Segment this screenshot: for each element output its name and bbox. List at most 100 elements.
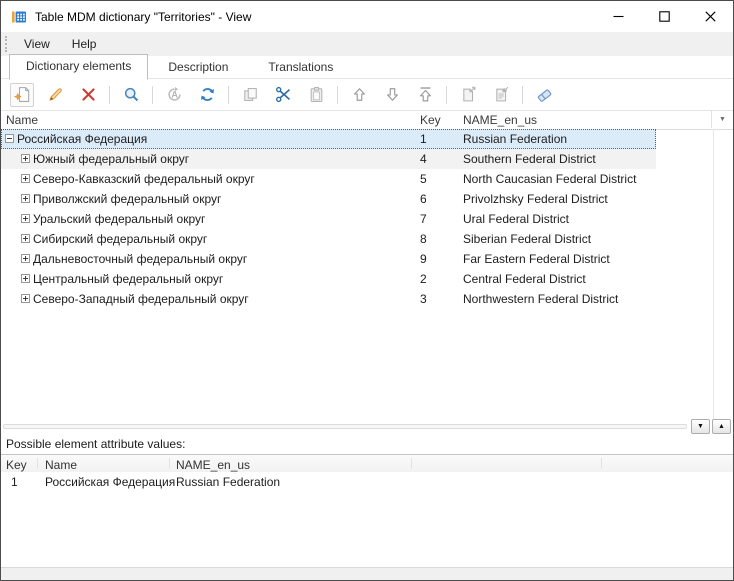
splitter-collapse-button[interactable]: ▼ [691,419,710,434]
tab-description[interactable]: Description [148,56,248,79]
collapse-box-icon[interactable] [5,134,14,143]
tree-row[interactable]: Российская Федерация 1 Russian Federation [1,129,656,149]
tree-row[interactable]: Центральный федеральный округ2Central Fe… [1,269,656,289]
attribute-values-table: Key Name NAME_en_us 1Российская ФедерацияR… [1,454,733,566]
tree-row[interactable]: Приволжский федеральный округ 6 Privolzhsk… [1,189,656,209]
cut-button[interactable] [271,83,295,107]
toolbar-separator [446,86,447,104]
tree-row[interactable]: Южный федеральный округ4Southern Federal… [1,149,656,169]
menubar-gripper-icon [5,36,7,52]
cell-name: Приволжский федеральный округ [33,189,221,209]
attr-cell-name: Российская Федерация [45,472,175,492]
cell-name-en: Northwestern Federal District [463,289,618,309]
expand-box-icon[interactable] [21,214,30,223]
column-divider [601,458,602,469]
column-header-key[interactable]: Key [420,113,441,127]
attr-column-header-name[interactable]: Name [45,458,77,472]
refresh-icon [199,86,216,103]
delete-element-button[interactable] [76,83,100,107]
tab-dictionary-elements[interactable]: Dictionary elements [9,54,148,80]
attr-table-row[interactable]: 1Российская ФедерацияRussian Federation [1,472,733,492]
statusbar [1,567,733,580]
attr-cell-name-en: Russian Federation [176,472,280,492]
cell-key: 6 [420,189,427,209]
column-divider [37,458,38,469]
document-in-icon [493,86,510,103]
grid-header: Name Key NAME_en_us ▼ [1,111,733,130]
triangle-down-icon: ▼ [697,423,704,430]
window-controls [595,1,733,32]
translate-refresh-icon: A [166,86,183,103]
tree-row[interactable]: Северо-Кавказский федеральный округ5Nort… [1,169,656,189]
menu-item-help[interactable]: Help [61,33,108,55]
column-divider [411,458,412,469]
add-element-button[interactable] [10,83,34,107]
clear-button[interactable] [532,83,556,107]
toolbar-separator [152,86,153,104]
attr-column-header-key[interactable]: Key [6,458,27,472]
cell-name: Российская Федерация [17,129,147,149]
expand-box-icon[interactable] [21,294,30,303]
expand-box-icon[interactable] [21,174,30,183]
tree-row[interactable]: Уральский федеральный округ 7 Ural Federal… [1,209,656,229]
refresh-button[interactable] [195,83,219,107]
expand-box-icon[interactable] [21,274,30,283]
grid-body: Российская Федерация1Russian FederationЮ… [1,129,711,419]
document-out-icon [460,86,477,103]
cell-key: 7 [420,209,427,229]
cell-name-en: Ural Federal District [463,209,569,229]
tree-row[interactable]: Северо-Западный федеральный округ 3 Northw… [1,289,656,309]
splitter-handle[interactable] [3,424,687,429]
attr-column-header-name-en-us[interactable]: NAME_en_us [176,458,250,472]
check-in-button[interactable] [489,83,513,107]
column-header-name-en-us[interactable]: NAME_en_us [463,113,537,127]
expand-box-icon[interactable] [21,254,30,263]
menubar: ViewHelp [1,32,733,56]
cell-name-en: Privolzhsky Federal District [463,189,608,209]
copy-button[interactable] [238,83,262,107]
tree-row[interactable]: Дальневосточный федеральный округ9Far Ea… [1,249,656,269]
cell-key: 2 [420,269,427,289]
copy-icon [242,86,259,103]
arrow-to-top-icon [417,86,434,103]
check-out-button[interactable] [456,83,480,107]
cell-name: Южный федеральный округ [33,149,189,169]
tab-translations[interactable]: Translations [248,56,353,79]
scissors-icon [275,86,292,103]
close-button[interactable] [687,1,733,32]
search-magnifier-icon [123,86,140,103]
tree-row[interactable]: Сибирский федеральный округ8Siberian Fed… [1,229,656,249]
cell-name-en: Southern Federal District [463,149,596,169]
titlebar: Table MDM dictionary "Territories" - Vie… [1,1,733,32]
cell-name-en: Russian Federation [463,129,567,149]
toolbar-separator [109,86,110,104]
cell-key: 1 [420,129,427,149]
move-down-button[interactable] [380,83,404,107]
chevron-down-icon: ▼ [719,116,726,123]
cell-name: Центральный федеральный округ [33,269,223,289]
expand-box-icon[interactable] [21,194,30,203]
expand-box-icon[interactable] [21,234,30,243]
cell-name: Дальневосточный федеральный округ [33,249,247,269]
cell-key: 3 [420,289,427,309]
maximize-button[interactable] [641,1,687,32]
add-icon [14,86,31,103]
cell-name: Северо-Западный федеральный округ [33,289,249,309]
toolbar-separator [522,86,523,104]
edit-element-button[interactable] [43,83,67,107]
search-button[interactable] [119,83,143,107]
move-up-button[interactable] [347,83,371,107]
cell-name-en: Far Eastern Federal District [463,249,610,269]
splitter-expand-button[interactable]: ▲ [712,419,731,434]
auto-translate-button[interactable]: A [162,83,186,107]
expand-box-icon[interactable] [21,154,30,163]
column-header-name[interactable]: Name [6,113,38,127]
cell-name: Северо-Кавказский федеральный округ [33,169,255,189]
cell-name: Уральский федеральный округ [33,209,205,229]
minimize-button[interactable] [595,1,641,32]
window-title: Table MDM dictionary "Territories" - Vie… [35,10,251,24]
paste-button[interactable] [304,83,328,107]
menu-item-view[interactable]: View [13,33,61,55]
column-chooser-button[interactable]: ▼ [711,111,733,128]
move-to-top-button[interactable] [413,83,437,107]
